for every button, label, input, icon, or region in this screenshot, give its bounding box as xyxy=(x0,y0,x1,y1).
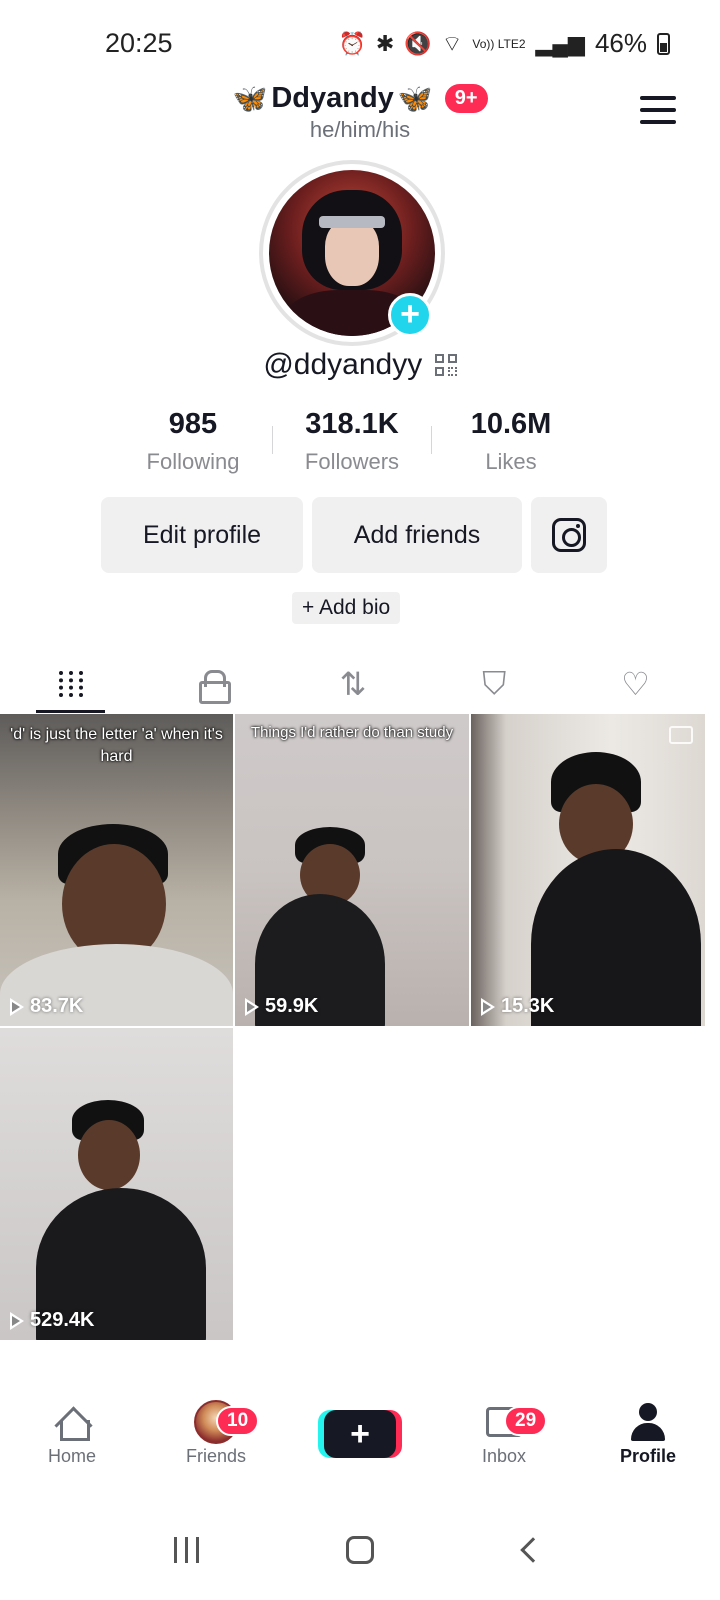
back-chevron-icon xyxy=(520,1537,547,1563)
home-icon xyxy=(55,1406,90,1441)
view-count-value: 529.4K xyxy=(30,1309,95,1331)
pronouns: he/him/his xyxy=(309,117,411,142)
tab-videos[interactable] xyxy=(0,655,141,713)
video-thumbnail[interactable]: 15.3K xyxy=(471,714,705,1026)
stat-label: Followers xyxy=(304,449,400,474)
video-thumbnail[interactable]: 'd' is just the letter 'a' when it's har… xyxy=(0,714,233,1026)
videos-grid-icon xyxy=(58,671,83,697)
mute-icon: 🔇 xyxy=(404,30,432,56)
back-button[interactable] xyxy=(503,1525,563,1575)
alarm-icon: ⏰ xyxy=(338,30,366,56)
view-count: 15.3K xyxy=(481,995,554,1018)
nav-friends[interactable]: Friends 10 xyxy=(144,1400,288,1490)
recents-icon xyxy=(174,1537,200,1563)
stat-value: 10.6M xyxy=(470,408,552,440)
stat-label: Following xyxy=(146,449,240,474)
profile-stats: 985 Following 318.1K Followers 10.6M Lik… xyxy=(114,408,590,480)
video-thumbnail[interactable]: 529.4K xyxy=(0,1028,233,1340)
play-icon xyxy=(245,997,259,1016)
video-grid: 'd' is just the letter 'a' when it's har… xyxy=(0,714,706,1340)
nav-profile[interactable]: Profile xyxy=(576,1400,720,1490)
profile-icon xyxy=(631,1403,665,1441)
nav-inbox[interactable]: Inbox 29 xyxy=(432,1400,576,1490)
status-icons: ⏰ ✱ 🔇 ⌔ Vo)) LTE2 ▂▄▆ 46% xyxy=(338,28,670,59)
liked-icon: ♡ xyxy=(621,666,650,702)
favorites-icon: ⛉ xyxy=(482,665,507,701)
wifi-icon: ⌔ xyxy=(441,30,463,56)
stat-value: 985 xyxy=(168,408,218,440)
qr-code-icon[interactable] xyxy=(434,354,457,376)
status-time: 20:25 xyxy=(105,28,173,58)
notification-badge[interactable]: 9+ xyxy=(444,84,488,113)
private-lock-icon xyxy=(198,670,231,704)
profile-actions: Edit profile Add friends xyxy=(101,497,607,573)
profile-header: 🦋 Ddyandy 🦋 9+ he/him/his xyxy=(0,82,720,152)
system-nav xyxy=(0,1500,720,1600)
play-icon xyxy=(10,1311,24,1330)
nav-label: Inbox xyxy=(481,1446,527,1466)
network-label: Vo)) LTE2 xyxy=(472,36,526,51)
butterfly-icon: 🦋 xyxy=(397,83,433,114)
tab-reposts[interactable]: ⇅ xyxy=(282,655,423,713)
video-caption: 'd' is just the letter 'a' when it's har… xyxy=(10,726,223,765)
butterfly-icon: 🦋 xyxy=(232,83,268,114)
view-count: 529.4K xyxy=(10,1309,95,1332)
tab-favorites[interactable]: ⛉ xyxy=(424,655,565,713)
view-count-value: 59.9K xyxy=(265,995,319,1017)
stat-label: Likes xyxy=(485,449,537,474)
bluetooth-icon: ✱ xyxy=(375,30,395,56)
username: @ddyandyy xyxy=(263,348,423,381)
view-count: 59.9K xyxy=(245,995,318,1018)
play-icon xyxy=(481,997,495,1016)
instagram-icon xyxy=(552,518,586,552)
edit-profile-button[interactable]: Edit profile xyxy=(101,497,303,573)
content-tabs: ⇅ ⛉ ♡ xyxy=(0,655,706,713)
nav-home[interactable]: Home xyxy=(0,1400,144,1490)
inbox-badge: 29 xyxy=(504,1406,548,1436)
menu-icon[interactable] xyxy=(640,96,676,124)
stat-following[interactable]: 985 Following xyxy=(114,408,272,480)
signal-icon: ▂▄▆ xyxy=(535,30,585,56)
add-friends-button[interactable]: Add friends xyxy=(312,497,522,573)
display-name: Ddyandy xyxy=(271,82,394,114)
add-story-button[interactable]: + xyxy=(388,293,432,337)
view-count-value: 83.7K xyxy=(30,995,84,1017)
stat-followers[interactable]: 318.1K Followers xyxy=(273,408,431,480)
tab-private[interactable] xyxy=(141,655,282,713)
stat-likes[interactable]: 10.6M Likes xyxy=(432,408,590,480)
stat-value: 318.1K xyxy=(305,408,399,440)
home-square-icon xyxy=(345,1536,374,1564)
video-caption: Things I'd rather do than study xyxy=(250,724,454,741)
tab-liked[interactable]: ♡ xyxy=(565,655,706,713)
play-icon xyxy=(10,997,24,1016)
instagram-button[interactable] xyxy=(531,497,607,573)
nav-label: Profile xyxy=(619,1446,676,1466)
nav-label: Home xyxy=(47,1446,96,1466)
recents-button[interactable] xyxy=(157,1525,217,1575)
battery-percent: 46% xyxy=(594,28,647,58)
home-system-button[interactable] xyxy=(330,1525,390,1575)
nav-label: Friends xyxy=(185,1446,247,1466)
friends-badge: 10 xyxy=(216,1406,260,1436)
view-count: 83.7K xyxy=(10,995,83,1018)
nav-create[interactable]: + xyxy=(288,1400,432,1490)
add-bio-button[interactable]: + Add bio xyxy=(292,592,401,624)
display-name-row: 🦋 Ddyandy 🦋 9+ xyxy=(232,82,488,115)
username-row: @ddyandyy xyxy=(0,348,720,382)
video-thumbnail[interactable]: Things I'd rather do than study 59.9K xyxy=(235,714,469,1026)
view-count-value: 15.3K xyxy=(501,995,555,1017)
bottom-nav: Home Friends 10 + Inbox 29 Profile xyxy=(0,1400,720,1490)
status-bar: 20:25 ⏰ ✱ 🔇 ⌔ Vo)) LTE2 ▂▄▆ 46% xyxy=(0,0,720,86)
photo-icon xyxy=(669,726,693,744)
reposts-icon: ⇅ xyxy=(339,666,367,702)
battery-icon xyxy=(657,32,670,55)
create-plus-icon: + xyxy=(324,1410,396,1458)
